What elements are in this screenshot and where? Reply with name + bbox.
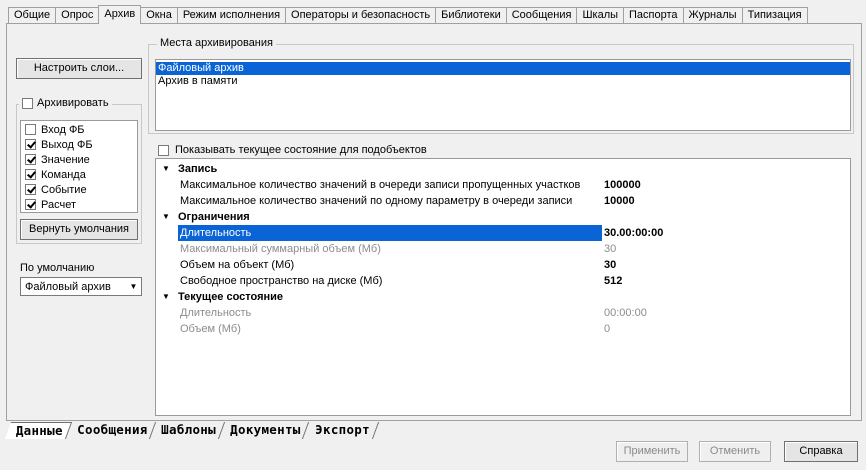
top-tab-bar: Общие Опрос Архив Окна Режим исполнения …: [8, 5, 808, 24]
checkbox[interactable]: [25, 199, 36, 210]
property-row[interactable]: Длительность 30.00:00:00: [156, 225, 850, 241]
tab-libraries[interactable]: Библиотеки: [435, 7, 507, 24]
checkbox[interactable]: [25, 154, 36, 165]
tab-polling[interactable]: Опрос: [55, 7, 100, 24]
archive-checkbox-label: Архивировать: [37, 97, 109, 109]
list-item[interactable]: Вход ФБ: [21, 122, 137, 137]
tab-messages[interactable]: Сообщения: [505, 7, 578, 24]
restore-defaults-button[interactable]: Вернуть умолчания: [20, 219, 138, 240]
show-state-checkbox[interactable]: [158, 144, 169, 156]
help-button[interactable]: Справка: [784, 441, 858, 462]
tab-data[interactable]: Данные: [4, 422, 73, 439]
tab-operators-security[interactable]: Операторы и безопасность: [285, 7, 437, 24]
archive-checkbox[interactable]: [22, 97, 33, 109]
list-item[interactable]: Значение: [21, 152, 137, 167]
checkbox[interactable]: [25, 124, 36, 135]
property-grid: ▼ Запись Максимальное количество значени…: [155, 158, 851, 416]
tab-general[interactable]: Общие: [8, 7, 57, 24]
checkbox[interactable]: [25, 184, 36, 195]
category-row[interactable]: ▼ Запись: [156, 161, 850, 177]
tab-passports[interactable]: Паспорта: [623, 7, 684, 24]
triangle-down-icon[interactable]: ▼: [162, 161, 170, 177]
tab-archive[interactable]: Архив: [98, 5, 142, 24]
list-item[interactable]: Файловый архив: [156, 62, 850, 75]
triangle-down-icon[interactable]: ▼: [162, 289, 170, 305]
archive-type-list: Вход ФБ Выход ФБ Значение Команда Событи…: [20, 120, 138, 213]
property-row[interactable]: Максимальное количество значений в очере…: [156, 177, 850, 193]
places-list: Файловый архив Архив в памяти: [155, 59, 851, 131]
bottom-tab-bar: Данные Сообщения Шаблоны Документы Экспо…: [4, 422, 379, 439]
tab-scales[interactable]: Шкалы: [576, 7, 625, 24]
list-item[interactable]: Архив в памяти: [156, 75, 850, 88]
show-state-label: Показывать текущее состояние для подобъе…: [175, 144, 427, 156]
property-row[interactable]: Объем на объект (Мб) 30: [156, 257, 850, 273]
list-item[interactable]: Команда: [21, 167, 137, 182]
property-row: Максимальный суммарный объем (Мб) 30: [180, 243, 617, 255]
property-row[interactable]: Максимальное количество значений по одно…: [156, 193, 850, 209]
tab-typing[interactable]: Типизация: [741, 7, 808, 24]
triangle-down-icon[interactable]: ▼: [162, 209, 170, 225]
checkbox[interactable]: [25, 169, 36, 180]
show-state-option[interactable]: Показывать текущее состояние для подобъе…: [158, 144, 427, 156]
property-row: Объем (Мб) 0: [180, 323, 611, 335]
tab-windows[interactable]: Окна: [140, 7, 178, 24]
tab-export[interactable]: Экспорт: [303, 422, 379, 439]
category-row[interactable]: ▼ Текущее состояние: [156, 289, 850, 305]
tab-run-mode[interactable]: Режим исполнения: [176, 7, 287, 24]
property-row[interactable]: Свободное пространство на диске (Мб) 512: [156, 273, 850, 289]
list-item[interactable]: Выход ФБ: [21, 137, 137, 152]
default-archive-select[interactable]: Файловый архив ▼: [20, 277, 142, 296]
places-title: Места архивирования: [157, 37, 276, 49]
category-row[interactable]: ▼ Ограничения: [156, 209, 850, 225]
apply-button[interactable]: Применить: [616, 441, 688, 462]
default-archive-value: Файловый архив: [25, 280, 111, 293]
property-row: Длительность 00:00:00: [180, 307, 647, 319]
tab-templates[interactable]: Шаблоны: [150, 422, 226, 439]
checkbox[interactable]: [25, 139, 36, 150]
default-archive-label: По умолчанию: [20, 262, 95, 274]
tab-documents[interactable]: Документы: [219, 422, 310, 439]
setup-layers-button[interactable]: Настроить слои...: [16, 58, 142, 79]
list-item[interactable]: Расчет: [21, 197, 137, 212]
cancel-button[interactable]: Отменить: [699, 441, 771, 462]
tab-journals[interactable]: Журналы: [682, 7, 743, 24]
list-item[interactable]: Событие: [21, 182, 137, 197]
tab-messages-bottom[interactable]: Сообщения: [65, 422, 157, 439]
chevron-down-icon[interactable]: ▼: [126, 278, 141, 295]
